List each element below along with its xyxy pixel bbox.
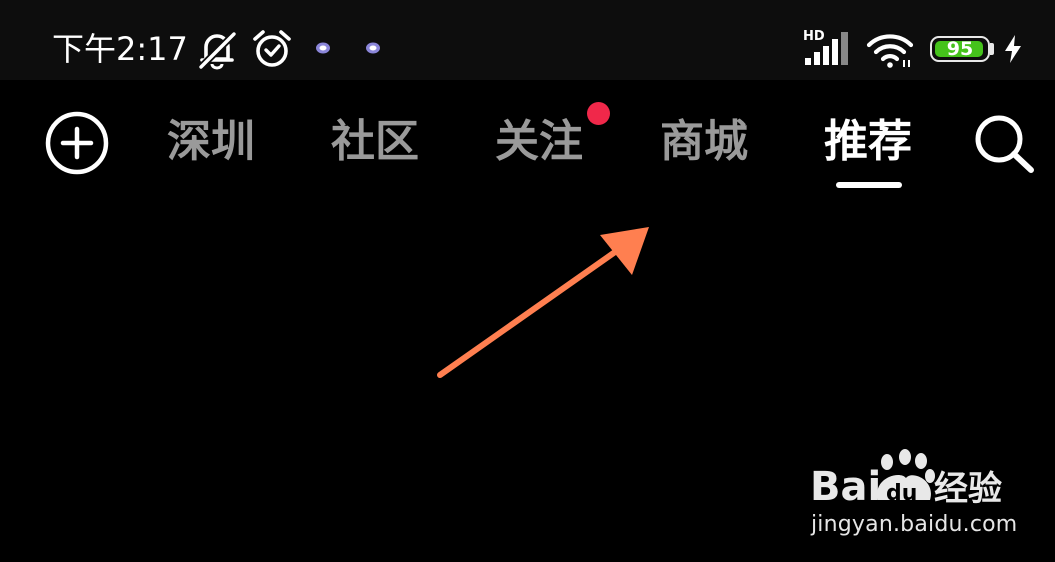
signal-icon bbox=[805, 32, 848, 65]
mute-icon bbox=[198, 31, 237, 70]
tab-community[interactable]: 社区 bbox=[331, 112, 419, 172]
tab-recommend[interactable]: 推荐 bbox=[824, 112, 912, 172]
alarm-icon bbox=[253, 30, 291, 67]
tab-mall[interactable]: 商城 bbox=[660, 112, 748, 172]
search-icon[interactable] bbox=[973, 113, 1037, 175]
battery-level: 95 bbox=[946, 38, 974, 60]
notification-app-icon bbox=[366, 42, 380, 54]
arrow-pointer-icon bbox=[437, 227, 649, 378]
watermark-brand-jingyan: 经验 bbox=[934, 469, 1002, 509]
status-bar: 下午2:17 HD 95 bbox=[0, 0, 1055, 80]
tab-following[interactable]: 关注 bbox=[495, 112, 583, 172]
tab-shenzhen[interactable]: 深圳 bbox=[167, 112, 255, 172]
watermark-brand-du: du bbox=[886, 481, 917, 506]
baidu-paw-logo: Bai du 经验 bbox=[810, 449, 1002, 510]
add-circle-icon[interactable] bbox=[43, 111, 111, 175]
notification-dot bbox=[587, 102, 610, 125]
battery-tip bbox=[990, 43, 994, 55]
notification-app-icon bbox=[316, 42, 330, 54]
wifi-icon bbox=[866, 34, 914, 68]
status-time: 下午2:17 bbox=[52, 30, 188, 68]
watermark-url: jingyan.baidu.com bbox=[811, 512, 1018, 537]
battery-icon: 95 bbox=[930, 36, 990, 62]
charging-icon bbox=[1005, 35, 1021, 63]
active-tab-indicator bbox=[836, 182, 902, 188]
watermark-brand-bai: Bai bbox=[810, 464, 881, 510]
